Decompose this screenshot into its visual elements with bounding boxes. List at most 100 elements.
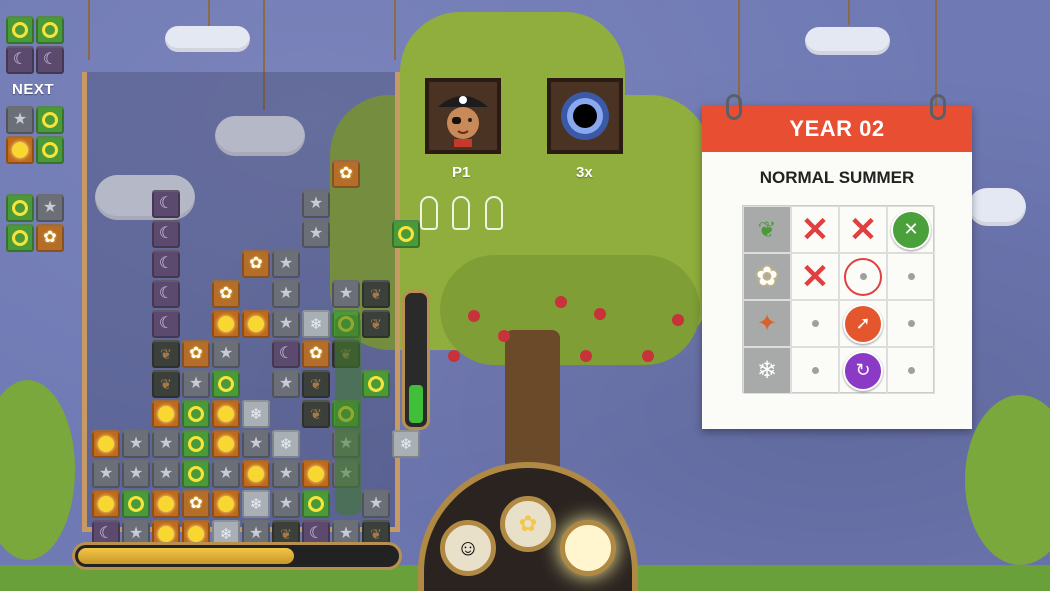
apple-icon	[468, 310, 480, 322]
calendar-card: YEAR 02 NORMAL SUMMER ❦ ✕ ✕ ✕ ✿ ✕ ✦ ➚ ❄ …	[702, 94, 972, 429]
calendar-year: YEAR 02	[789, 116, 885, 141]
side-gauge	[402, 290, 430, 430]
player1-portrait	[425, 78, 501, 154]
tile-sun	[212, 310, 240, 338]
tile-star: ★	[272, 310, 300, 338]
tile-moon: ☾	[152, 310, 180, 338]
tile-star: ★	[152, 430, 180, 458]
calendar-cell-rocket-badge: ➚	[839, 300, 887, 347]
calendar-cell-swirl-badge: ↻	[839, 347, 887, 394]
calendar-cell-dot	[887, 347, 935, 394]
apple-icon	[498, 330, 510, 342]
tile-sun	[242, 460, 270, 488]
rope	[394, 0, 396, 60]
player2-label: 3x	[576, 164, 593, 181]
tile-sun	[212, 400, 240, 428]
tile-snow: ❄	[392, 430, 420, 458]
tile-leaf: ❦	[302, 400, 330, 428]
tile-snow: ❄	[302, 310, 330, 338]
calendar-cell-dot	[791, 300, 839, 347]
apple-icon	[594, 308, 606, 320]
tile-star: ★	[272, 250, 300, 278]
flower-dial-icon: ✿	[500, 496, 556, 552]
tile-leaf: ❦	[152, 370, 180, 398]
tile-ring	[302, 490, 330, 518]
calendar-cell-current	[839, 253, 887, 300]
black-hole-icon	[561, 92, 609, 140]
tile-flower: ✿	[36, 224, 64, 252]
life-icon	[485, 196, 503, 230]
tile-moon: ☾	[152, 190, 180, 218]
calendar-cell-cross: ✕	[839, 206, 887, 253]
left-tree	[0, 380, 75, 560]
tile-star: ★	[362, 490, 390, 518]
swirl-badge-icon: ↻	[843, 350, 883, 391]
tile-star: ★	[302, 190, 330, 218]
tile-star: ★	[36, 194, 64, 222]
apple-icon	[672, 314, 684, 326]
tile-leaf: ❦	[152, 340, 180, 368]
side-gauge-fill	[409, 385, 423, 423]
tree-trunk	[505, 330, 560, 470]
tile-ring	[182, 400, 210, 428]
tile-sun	[242, 310, 270, 338]
tile-ring	[6, 224, 34, 252]
beanstalk	[335, 315, 361, 515]
calendar-ring	[930, 94, 946, 120]
tile-moon: ☾	[36, 46, 64, 74]
next-label: NEXT	[12, 81, 55, 98]
tile-star: ★	[122, 460, 150, 488]
tile-flower: ✿	[302, 340, 330, 368]
tile-snow: ❄	[242, 490, 270, 518]
cloud	[165, 26, 250, 52]
tile-star: ★	[182, 370, 210, 398]
tile-sun	[6, 136, 34, 164]
tile-moon: ☾	[272, 340, 300, 368]
life-icon	[452, 196, 470, 230]
bottom-progress-bar	[72, 542, 402, 570]
tile-leaf: ❦	[302, 370, 330, 398]
tile-flower: ✿	[182, 490, 210, 518]
tile-leaf: ❦	[362, 280, 390, 308]
tile-ring	[6, 16, 34, 44]
sun-face-dial-icon: ☺	[440, 520, 496, 576]
tile-ring	[122, 490, 150, 518]
calendar-cell-cross: ✕	[791, 253, 839, 300]
tile-star: ★	[212, 340, 240, 368]
right-tree	[965, 395, 1050, 565]
autumn-leaf-icon: ✦	[743, 300, 791, 347]
tile-sun	[152, 490, 180, 518]
tile-sun	[152, 400, 180, 428]
tile-moon: ☾	[152, 250, 180, 278]
tile-star: ★	[242, 430, 270, 458]
cloud	[968, 188, 1026, 226]
tile-flower: ✿	[212, 280, 240, 308]
tile-moon: ☾	[152, 220, 180, 248]
tile-moon: ☾	[6, 46, 34, 74]
tile-ring	[36, 136, 64, 164]
tile-star: ★	[6, 106, 34, 134]
tile-flower: ✿	[242, 250, 270, 278]
life-icon	[420, 196, 438, 230]
tile-star: ★	[212, 460, 240, 488]
tile-star: ★	[302, 220, 330, 248]
tile-star: ★	[272, 460, 300, 488]
bottom-progress-fill	[78, 548, 295, 564]
rope	[848, 0, 850, 25]
calendar-cell-dot	[887, 300, 935, 347]
tile-ring	[6, 194, 34, 222]
tile-star: ★	[152, 460, 180, 488]
tile-sun	[92, 490, 120, 518]
pirate-avatar-icon	[438, 96, 488, 147]
rocket-badge-icon: ➚	[843, 303, 883, 344]
apple-icon	[448, 350, 460, 362]
tile-leaf: ❦	[362, 310, 390, 338]
tile-star: ★	[272, 280, 300, 308]
spring-leaf-icon: ❦	[743, 206, 791, 253]
tile-snow: ❄	[272, 430, 300, 458]
tile-ring	[182, 460, 210, 488]
tile-sun	[92, 430, 120, 458]
tile-star: ★	[272, 490, 300, 518]
rope	[738, 0, 740, 110]
winter-snowflake-icon: ❄	[743, 347, 791, 394]
